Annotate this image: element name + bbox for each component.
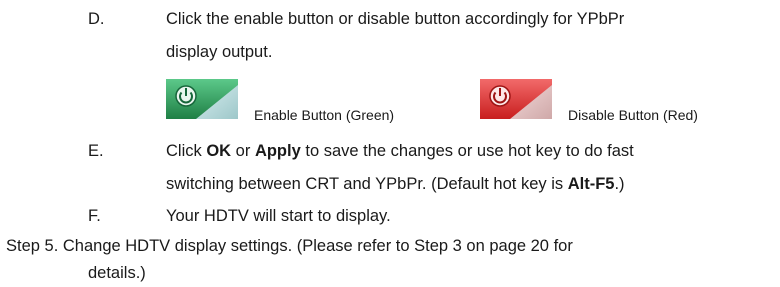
disable-button-icon: [480, 79, 552, 124]
item-e-text-fragment: .): [614, 175, 625, 193]
item-e-text-fragment: switching between CRT and YPbPr. (Defaul…: [166, 175, 568, 193]
step5-text-line2: details.): [88, 264, 146, 282]
item-e-text-fragment: Click: [166, 142, 207, 160]
step5-text-line1: Step 5. Change HDTV display settings. (P…: [6, 237, 573, 255]
item-d-text-line2: display output.: [166, 43, 273, 61]
disable-button-caption: Disable Button (Red): [568, 107, 698, 123]
hotkey-keyword: Alt-F5: [567, 175, 615, 193]
item-e-text-line1: Click OK or Apply to save the changes or…: [166, 138, 634, 164]
item-f-text-line1: Your HDTV will start to display.: [166, 207, 391, 225]
ok-keyword: OK: [206, 142, 232, 160]
item-e-text-fragment: or: [231, 142, 255, 160]
apply-keyword: Apply: [254, 142, 301, 160]
item-e-text-line2: switching between CRT and YPbPr. (Defaul…: [166, 171, 625, 197]
enable-button-caption: Enable Button (Green): [254, 107, 395, 123]
item-letter-d: D.: [88, 10, 105, 28]
item-letter-f: F.: [88, 207, 101, 225]
enable-button-icon: [166, 79, 238, 124]
item-letter-e: E.: [88, 142, 104, 160]
item-d-text-line1: Click the enable button or disable butto…: [166, 10, 625, 28]
item-e-text-fragment: to save the changes or use hot key to do…: [300, 142, 634, 160]
